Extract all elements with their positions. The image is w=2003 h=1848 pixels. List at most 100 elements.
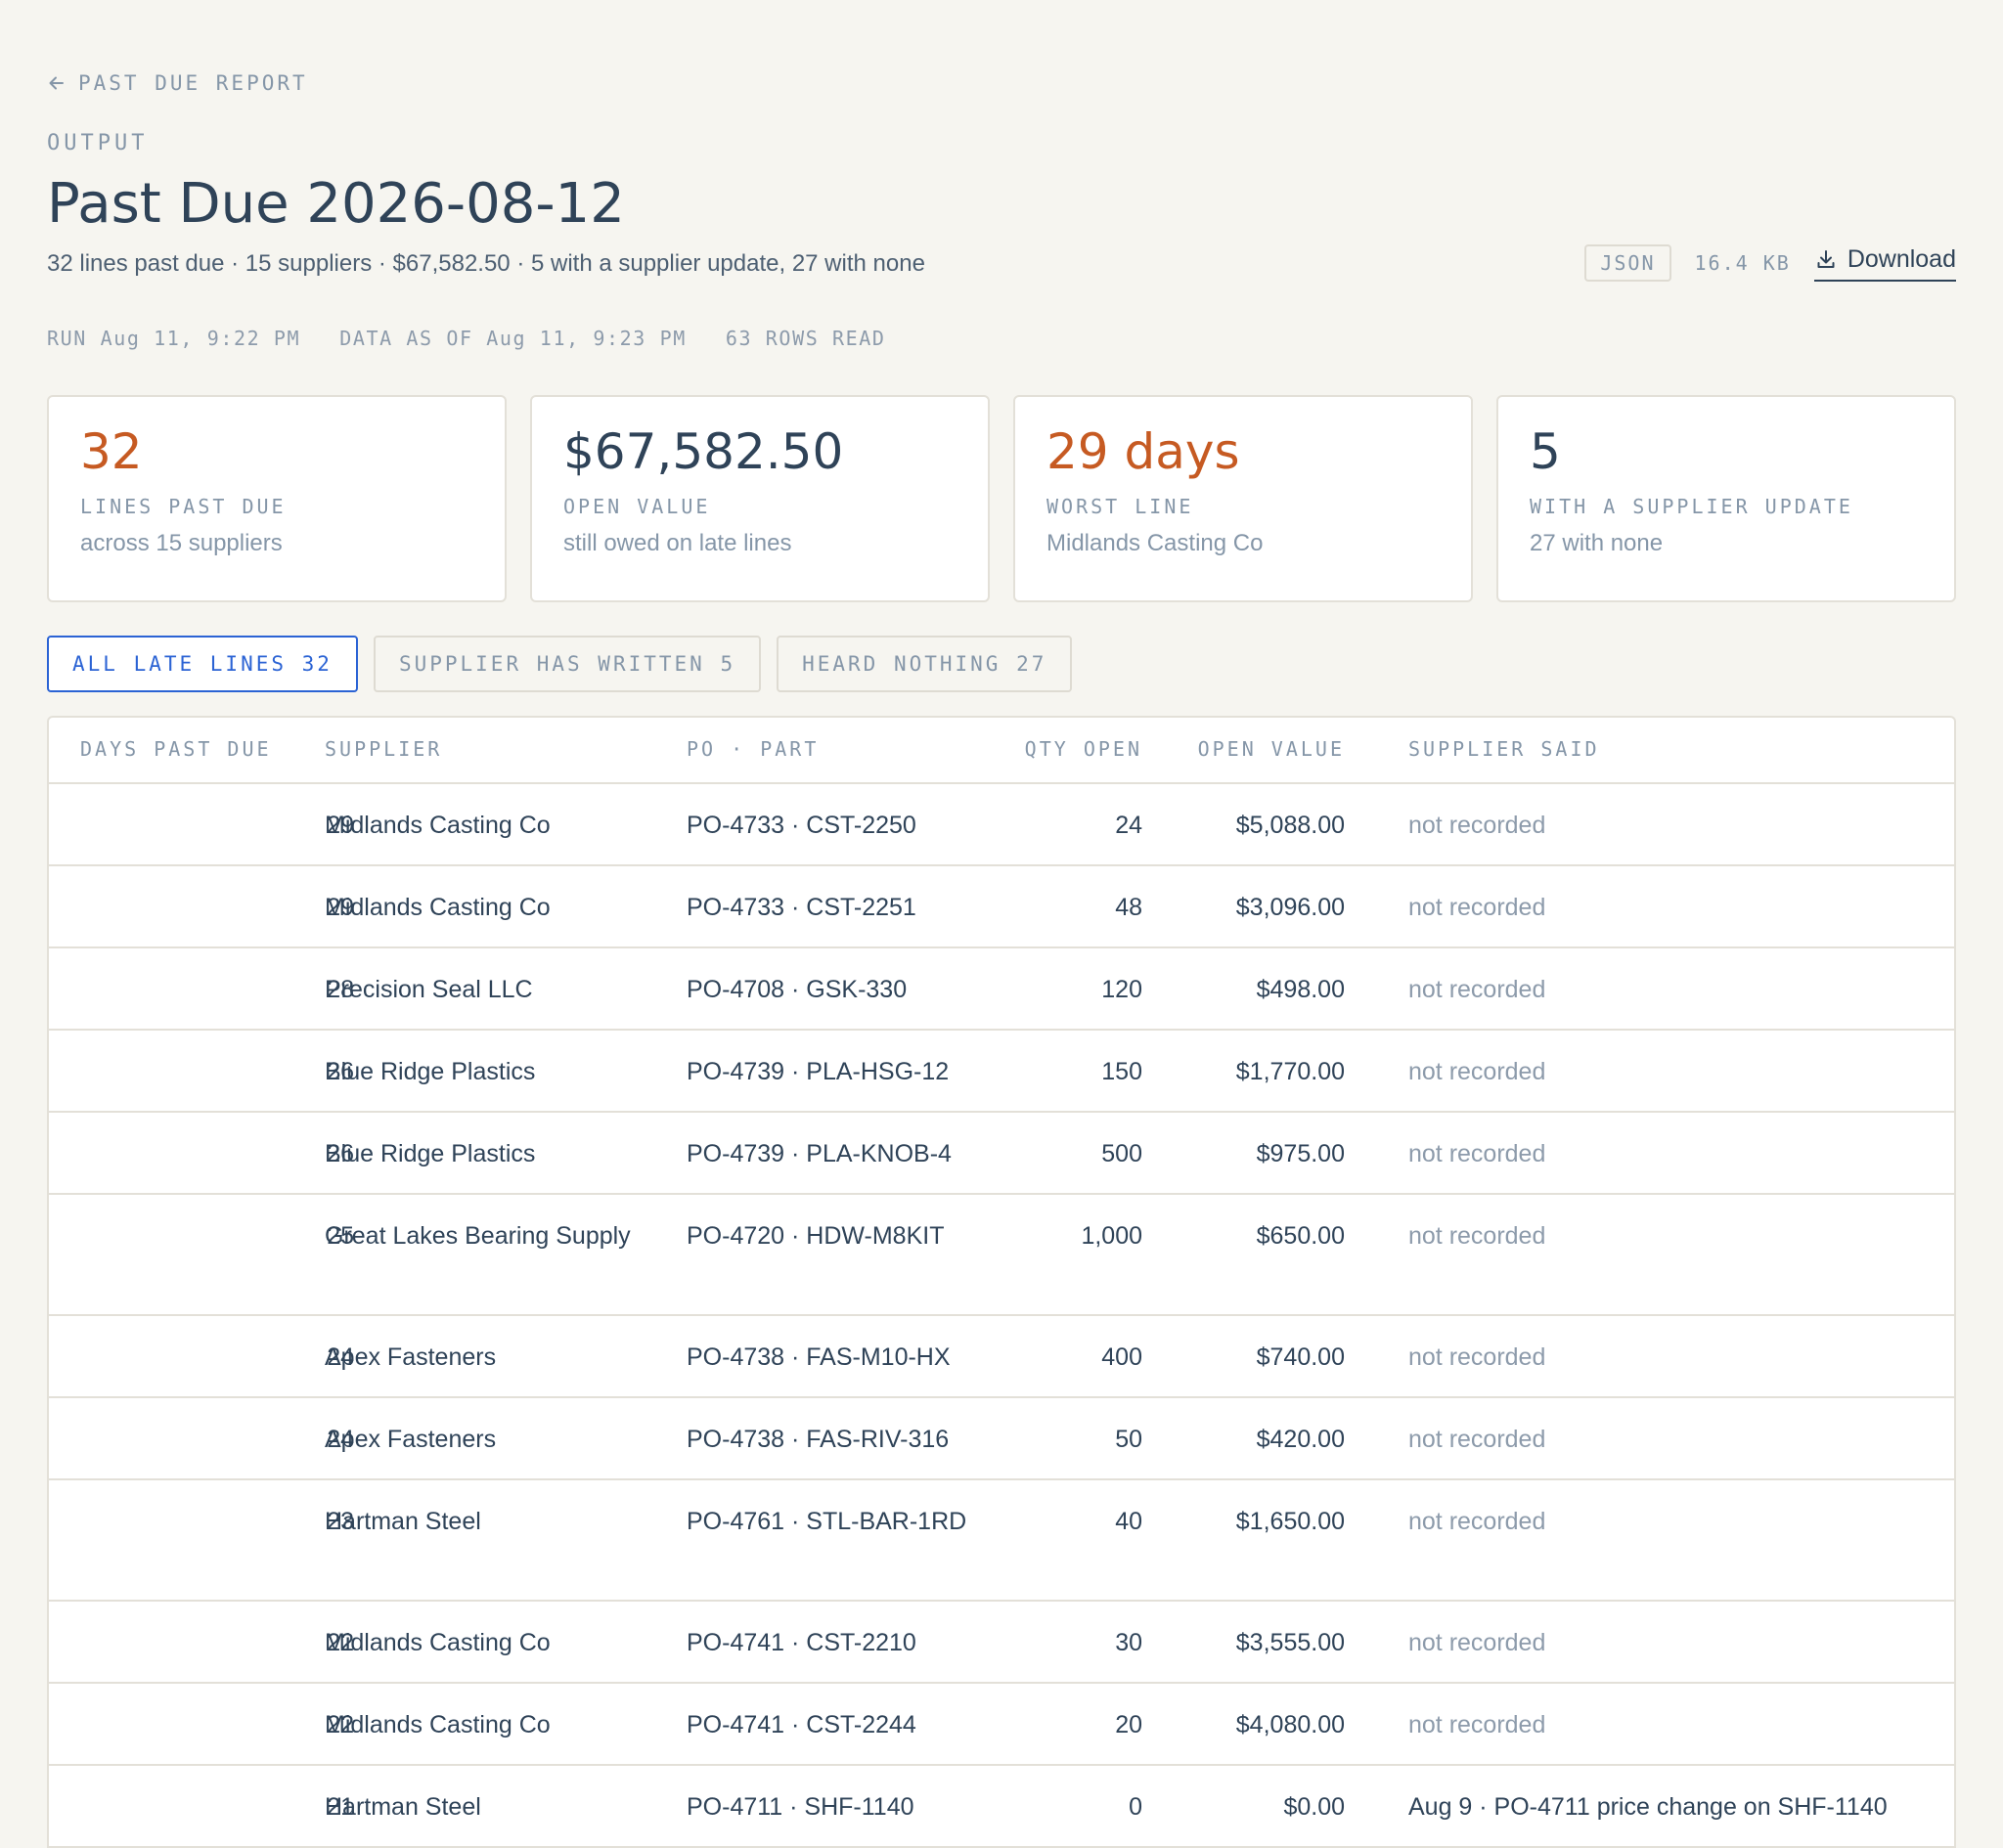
stat-note: still owed on late lines [563, 530, 792, 556]
supplier-said-cell: not recorded [1408, 976, 1546, 1003]
supplier-said-cell: not recorded [1408, 1140, 1546, 1167]
supplier-cell: Precision Seal LLC [325, 976, 533, 1003]
back-link-label: PAST DUE REPORT [78, 71, 308, 95]
qty-open-cell: 500 [1101, 1140, 1142, 1167]
table-row[interactable]: 24 Apex Fasteners PO-4738 · FAS-RIV-316 50 $… [49, 1398, 1954, 1480]
supplier-cell: Apex Fasteners [325, 1343, 497, 1371]
past-due-table: DAYS PAST DUE SUPPLIER PO · PART QTY OPE… [47, 716, 1956, 1848]
qty-open-cell: 24 [1115, 812, 1142, 839]
column-header-supplier-said[interactable]: SUPPLIER SAID [1408, 737, 1600, 761]
po-part-cell: PO-4739 · PLA-HSG-12 [687, 1058, 950, 1085]
supplier-cell: Apex Fasteners [325, 1426, 497, 1453]
tab-supplier-has-written[interactable]: SUPPLIER HAS WRITTEN 5 [373, 636, 762, 692]
column-header-qty-open[interactable]: QTY OPEN [1025, 737, 1142, 761]
supplier-said-cell: not recorded [1408, 1426, 1546, 1453]
po-part-cell: PO-4741 · CST-2244 [687, 1711, 916, 1738]
qty-open-cell: 50 [1115, 1426, 1142, 1453]
stat-label: LINES PAST DUE [80, 495, 287, 518]
qty-open-cell: 0 [1129, 1793, 1142, 1821]
table-row[interactable]: 25 Great Lakes Bearing Supply PO-4720 · HD… [49, 1195, 1954, 1316]
download-button[interactable]: Download [1813, 244, 1956, 282]
stat-value: 29 days [1046, 423, 1240, 480]
supplier-cell: Hartman Steel [325, 1793, 481, 1821]
section-eyebrow: OUTPUT [47, 131, 149, 155]
po-part-cell: PO-4739 · PLA-KNOB-4 [687, 1140, 952, 1167]
open-value-cell: $498.00 [1256, 976, 1345, 1003]
stat-card-lines-past-due: 32 LINES PAST DUE across 15 suppliers [47, 395, 507, 602]
stat-card-worst-line: 29 days WORST LINE Midlands Casting Co [1013, 395, 1473, 602]
table-header: DAYS PAST DUE SUPPLIER PO · PART QTY OPE… [49, 718, 1954, 784]
qty-open-cell: 20 [1115, 1711, 1142, 1738]
qty-open-cell: 120 [1101, 976, 1142, 1003]
open-value-cell: $420.00 [1256, 1426, 1345, 1453]
stat-label: WORST LINE [1046, 495, 1194, 518]
column-header-supplier[interactable]: SUPPLIER [325, 737, 442, 761]
tab-heard-nothing[interactable]: HEARD NOTHING 27 [777, 636, 1073, 692]
column-header-po-part[interactable]: PO · PART [687, 737, 819, 761]
rows-read: 63 ROWS READ [725, 327, 886, 350]
po-part-cell: PO-4708 · GSK-330 [687, 976, 908, 1003]
open-value-cell: $1,650.00 [1235, 1508, 1345, 1535]
open-value-cell: $5,088.00 [1235, 812, 1345, 839]
stat-value: 32 [80, 423, 143, 480]
column-header-days-past-due[interactable]: DAYS PAST DUE [80, 737, 272, 761]
qty-open-cell: 30 [1115, 1629, 1142, 1656]
open-value-cell: $740.00 [1256, 1343, 1345, 1371]
tab-all-late-lines[interactable]: ALL LATE LINES 32 [47, 636, 358, 692]
supplier-said-cell: not recorded [1408, 1058, 1546, 1085]
stat-cards: 32 LINES PAST DUE across 15 suppliers $6… [47, 395, 1956, 602]
supplier-cell: Great Lakes Bearing Supply [325, 1222, 631, 1250]
download-label: Download [1847, 244, 1956, 273]
supplier-said-cell: not recorded [1408, 1343, 1546, 1371]
open-value-cell: $4,080.00 [1235, 1711, 1345, 1738]
open-value-cell: $1,770.00 [1235, 1058, 1345, 1085]
file-size: 16.4 KB [1694, 251, 1791, 275]
qty-open-cell: 400 [1101, 1343, 1142, 1371]
stat-note: 27 with none [1530, 530, 1664, 556]
open-value-cell: $0.00 [1283, 1793, 1345, 1821]
open-value-cell: $975.00 [1256, 1140, 1345, 1167]
qty-open-cell: 1,000 [1081, 1222, 1142, 1250]
table-row[interactable]: 24 Apex Fasteners PO-4738 · FAS-M10-HX 400 $… [49, 1316, 1954, 1398]
po-part-cell: PO-4720 · HDW-M8KIT [687, 1222, 945, 1250]
table-row[interactable]: 26 Blue Ridge Plastics PO-4739 · PLA-KNOB-… [49, 1113, 1954, 1195]
supplier-cell: Blue Ridge Plastics [325, 1058, 536, 1085]
table-row[interactable]: 26 Blue Ridge Plastics PO-4739 · PLA-HSG-1… [49, 1031, 1954, 1113]
supplier-cell: Midlands Casting Co [325, 894, 551, 921]
format-badge: JSON [1584, 244, 1671, 282]
po-part-cell: PO-4738 · FAS-M10-HX [687, 1343, 951, 1371]
stat-value: 5 [1530, 423, 1561, 480]
stat-value: $67,582.50 [563, 423, 844, 480]
data-as-of: DATA AS OF Aug 11, 9:23 PM [339, 327, 687, 350]
page-title: Past Due 2026-08-12 [47, 172, 625, 236]
stat-label: WITH A SUPPLIER UPDATE [1530, 495, 1853, 518]
file-actions: JSON 16.4 KB Download [1584, 244, 1956, 282]
stat-card-open-value: $67,582.50 OPEN VALUE still owed on late… [530, 395, 990, 602]
po-part-cell: PO-4711 · SHF-1140 [687, 1793, 914, 1821]
po-part-cell: PO-4733 · CST-2251 [687, 894, 916, 921]
supplier-cell: Midlands Casting Co [325, 1629, 551, 1656]
table-row[interactable]: 23 Hartman Steel PO-4761 · STL-BAR-1RD 40 $1… [49, 1480, 1954, 1602]
supplier-said-cell: not recorded [1408, 1508, 1546, 1535]
table-row[interactable]: 22 Midlands Casting Co PO-4741 · CST-2210 3… [49, 1602, 1954, 1684]
po-part-cell: PO-4741 · CST-2210 [687, 1629, 916, 1656]
column-header-open-value[interactable]: OPEN VALUE [1198, 737, 1345, 761]
filter-tabs: ALL LATE LINES 32 SUPPLIER HAS WRITTEN 5… [47, 636, 1073, 692]
stat-note: Midlands Casting Co [1046, 530, 1264, 556]
qty-open-cell: 48 [1115, 894, 1142, 921]
page-subtitle: 32 lines past due · 15 suppliers · $67,5… [47, 250, 925, 277]
qty-open-cell: 150 [1101, 1058, 1142, 1085]
table-row[interactable]: 28 Precision Seal LLC PO-4708 · GSK-330 120… [49, 948, 1954, 1031]
table-row[interactable]: 29 Midlands Casting Co PO-4733 · CST-2250 2… [49, 784, 1954, 866]
po-part-cell: PO-4761 · STL-BAR-1RD [687, 1508, 967, 1535]
download-icon [1817, 250, 1835, 268]
supplier-cell: Midlands Casting Co [325, 812, 551, 839]
stat-card-supplier-update: 5 WITH A SUPPLIER UPDATE 27 with none [1496, 395, 1956, 602]
po-part-cell: PO-4738 · FAS-RIV-316 [687, 1426, 950, 1453]
table-row[interactable]: 22 Midlands Casting Co PO-4741 · CST-2244 2… [49, 1684, 1954, 1766]
table-row[interactable]: 29 Midlands Casting Co PO-4733 · CST-2251 4… [49, 866, 1954, 948]
table-row[interactable]: 21 Hartman Steel PO-4711 · SHF-1140 0 $0.00 A… [49, 1766, 1954, 1848]
supplier-said-cell: not recorded [1408, 1711, 1546, 1738]
qty-open-cell: 40 [1115, 1508, 1142, 1535]
back-link[interactable]: PAST DUE REPORT [47, 68, 308, 98]
